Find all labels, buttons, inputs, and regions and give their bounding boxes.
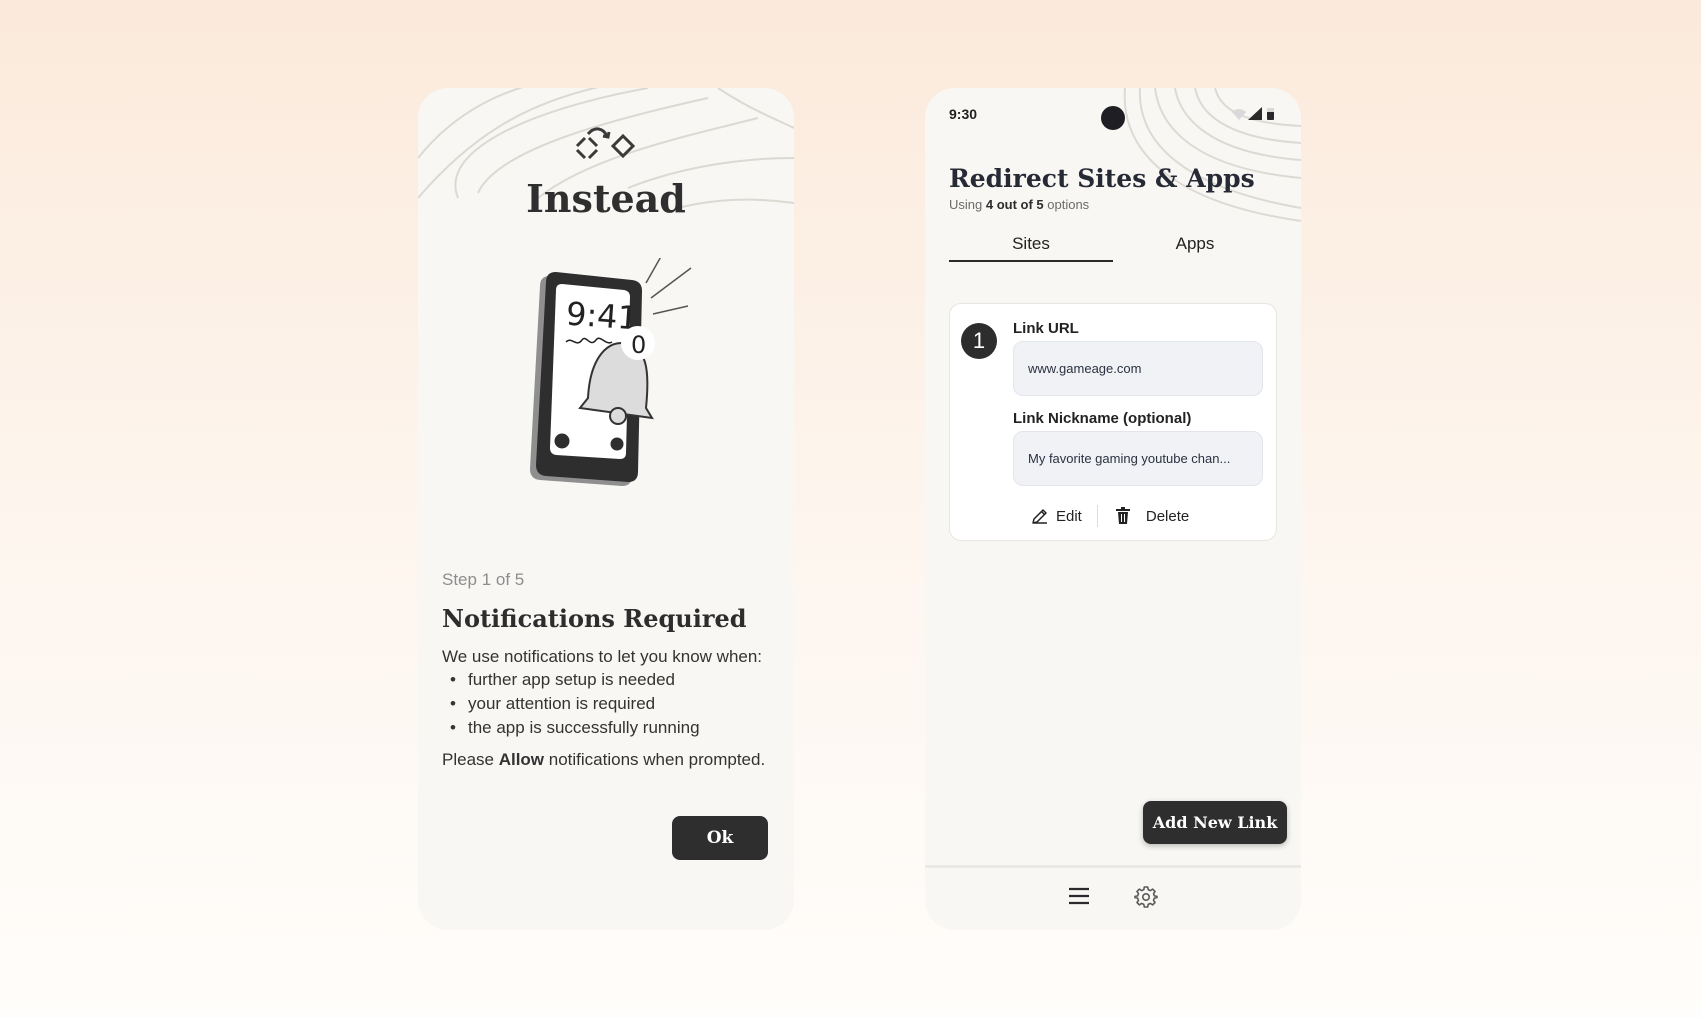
tab-bar: Sites Apps — [949, 234, 1277, 262]
usage-prefix: Using — [949, 197, 986, 212]
usage-count: 4 out of 5 — [985, 197, 1044, 212]
hero-badge-text: 0 — [631, 331, 646, 359]
edit-label: Edit — [1056, 507, 1082, 525]
list-item: the app is successfully running — [444, 716, 700, 740]
trash-icon — [1115, 507, 1130, 524]
ok-button[interactable]: Ok — [672, 816, 768, 860]
prompt-after: notifications when prompted. — [544, 750, 766, 769]
step-label: Step 1 of 5 — [442, 570, 525, 589]
tab-sites[interactable]: Sites — [949, 234, 1113, 262]
camera-cutout — [1101, 106, 1125, 130]
prompt-bold: Allow — [498, 750, 545, 769]
action-divider — [1096, 505, 1098, 527]
usage-text: Using 4 out of 5 options — [949, 197, 1089, 212]
wifi-icon — [1232, 109, 1246, 120]
screen-title: Notifications Required — [442, 604, 747, 633]
link-card: 1 Link URL www.gameage.com Link Nickname… — [949, 303, 1277, 541]
signal-icon — [1248, 107, 1262, 120]
link-number-badge: 1 — [961, 323, 997, 359]
link-actions: Edit Delete — [1031, 504, 1189, 528]
screen-title: Redirect Sites & Apps — [949, 164, 1255, 193]
allow-prompt: Please Allow notifications when prompted… — [442, 750, 765, 770]
prompt-before: Please — [442, 750, 499, 769]
pencil-icon — [1032, 509, 1047, 524]
link-url-field[interactable]: www.gameage.com — [1013, 341, 1263, 396]
settings-gear-icon[interactable] — [1134, 885, 1158, 909]
list-item: further app setup is needed — [444, 668, 700, 692]
redirect-screen: 9:30 Redirect Sites & Apps Using 4 out o… — [925, 88, 1301, 930]
reasons-list: further app setup is needed your attenti… — [444, 668, 700, 740]
menu-icon[interactable] — [1068, 885, 1090, 907]
instead-logo-icon — [575, 127, 636, 160]
status-bar-icons — [1232, 107, 1274, 120]
link-nickname-field[interactable]: My favorite gaming youtube chan... — [1013, 431, 1263, 486]
link-url-label: Link URL — [1013, 320, 1079, 337]
edit-button[interactable]: Edit — [1031, 507, 1082, 525]
intro-text: We use notifications to let you know whe… — [442, 647, 763, 666]
add-new-link-button[interactable]: Add New Link — [1143, 801, 1287, 844]
delete-label: Delete — [1145, 507, 1190, 525]
bottom-nav — [925, 865, 1301, 930]
delete-button[interactable]: Delete — [1115, 507, 1189, 525]
usage-suffix: options — [1043, 197, 1090, 212]
phone-notification-illustration: 9:41 0 — [530, 258, 692, 486]
brand-name: Instead — [526, 176, 686, 221]
tab-apps[interactable]: Apps — [1113, 234, 1277, 260]
link-nickname-label: Link Nickname (optional) — [1013, 410, 1192, 427]
list-item: your attention is required — [444, 692, 700, 716]
status-time: 9:30 — [949, 106, 978, 122]
onboarding-screen: Instead 9:41 0 Step 1 of 5 Notifications… — [418, 88, 794, 930]
